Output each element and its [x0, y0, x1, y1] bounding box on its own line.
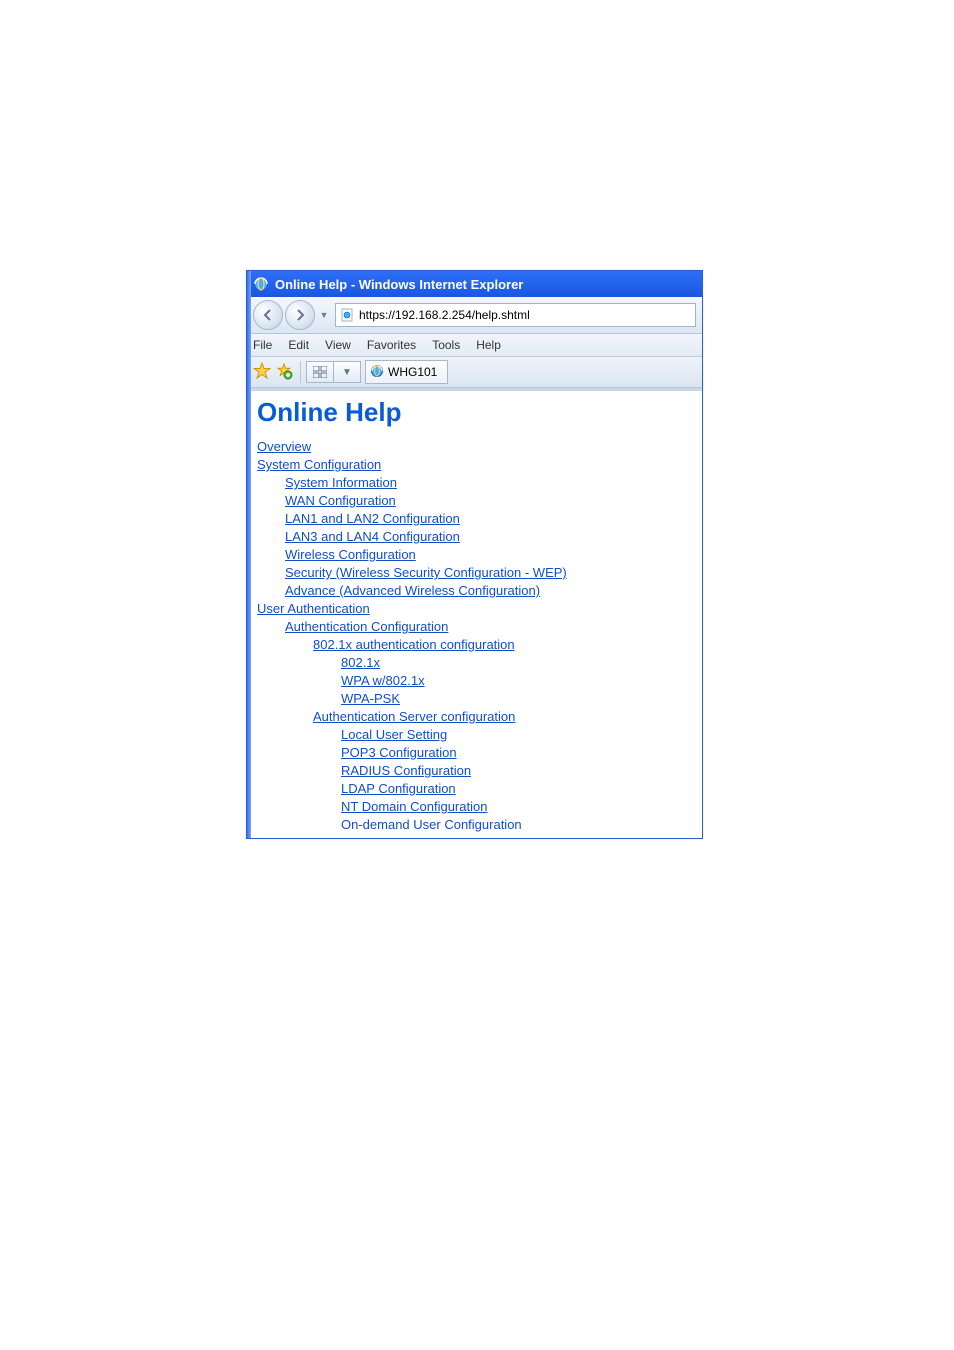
link-on-demand[interactable]: On-demand User Configuration: [341, 817, 522, 832]
help-links: Overview System Configuration System Inf…: [257, 438, 692, 834]
ie-logo-icon: [253, 276, 269, 292]
address-bar[interactable]: https://192.168.2.254/help.shtml: [335, 303, 696, 327]
window-left-border: [247, 271, 251, 838]
link-ldap[interactable]: LDAP Configuration: [341, 781, 456, 796]
link-user-authentication[interactable]: User Authentication: [257, 601, 370, 616]
tab-label: WHG101: [388, 365, 437, 379]
link-local-user[interactable]: Local User Setting: [341, 727, 447, 742]
window-title: Online Help - Windows Internet Explorer: [275, 277, 523, 292]
link-wpa-8021x[interactable]: WPA w/802.1x: [341, 673, 425, 688]
link-system-information[interactable]: System Information: [285, 475, 397, 490]
menu-edit[interactable]: Edit: [288, 338, 309, 352]
link-nt-domain[interactable]: NT Domain Configuration: [341, 799, 487, 814]
link-pop3[interactable]: POP3 Configuration: [341, 745, 457, 760]
browser-window: Online Help - Windows Internet Explorer …: [246, 270, 703, 839]
back-button[interactable]: [253, 300, 283, 330]
menu-help[interactable]: Help: [476, 338, 501, 352]
page-heading: Online Help: [257, 397, 692, 428]
arrow-right-icon: [294, 309, 306, 321]
separator: [300, 361, 301, 383]
link-radius[interactable]: RADIUS Configuration: [341, 763, 471, 778]
add-favorite-icon[interactable]: [275, 362, 293, 383]
link-lan12-configuration[interactable]: LAN1 and LAN2 Configuration: [285, 511, 460, 526]
link-advance-configuration[interactable]: Advance (Advanced Wireless Configuration…: [285, 583, 540, 598]
link-authentication-configuration[interactable]: Authentication Configuration: [285, 619, 448, 634]
link-system-configuration[interactable]: System Configuration: [257, 457, 381, 472]
link-security-configuration[interactable]: Security (Wireless Security Configuratio…: [285, 565, 567, 580]
quick-tabs-button[interactable]: [306, 361, 334, 383]
nav-history-dropdown[interactable]: ▼: [319, 310, 329, 320]
quick-tabs-dropdown[interactable]: ▼: [334, 361, 361, 383]
page-icon: [340, 308, 354, 322]
menu-file[interactable]: File: [253, 338, 272, 352]
tab-page-icon: [370, 364, 384, 381]
link-8021x-config[interactable]: 802.1x authentication configuration: [313, 637, 515, 652]
title-bar: Online Help - Windows Internet Explorer: [247, 271, 702, 297]
menu-favorites[interactable]: Favorites: [367, 338, 416, 352]
address-url: https://192.168.2.254/help.shtml: [359, 308, 530, 322]
link-overview[interactable]: Overview: [257, 439, 311, 454]
link-lan34-configuration[interactable]: LAN3 and LAN4 Configuration: [285, 529, 460, 544]
menu-view[interactable]: View: [325, 338, 351, 352]
forward-button[interactable]: [285, 300, 315, 330]
arrow-left-icon: [262, 309, 274, 321]
menu-tools[interactable]: Tools: [432, 338, 460, 352]
page-content: Online Help Overview System Configuratio…: [247, 388, 702, 838]
menu-bar: File Edit View Favorites Tools Help: [247, 334, 702, 357]
link-wireless-configuration[interactable]: Wireless Configuration: [285, 547, 416, 562]
quick-tabs-icon: [313, 366, 327, 378]
navigation-bar: ▼ https://192.168.2.254/help.shtml: [247, 297, 702, 334]
browser-tab[interactable]: WHG101: [365, 360, 448, 384]
link-wpa-psk[interactable]: WPA-PSK: [341, 691, 400, 706]
link-8021x[interactable]: 802.1x: [341, 655, 380, 670]
favorites-bar: ▼ WHG101: [247, 357, 702, 388]
link-auth-server-config[interactable]: Authentication Server configuration: [313, 709, 515, 724]
link-wan-configuration[interactable]: WAN Configuration: [285, 493, 396, 508]
favorites-star-icon[interactable]: [253, 362, 271, 383]
